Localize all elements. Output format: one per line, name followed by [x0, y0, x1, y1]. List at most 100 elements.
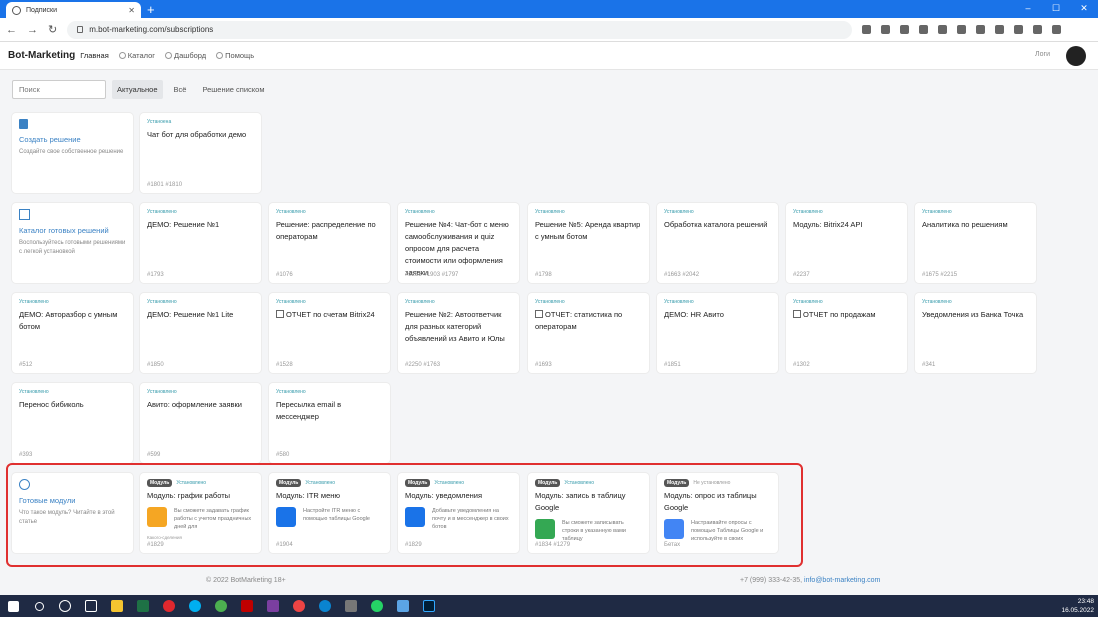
catalog-desc: Воспользуйтесь готовыми решениями с легк… — [19, 240, 126, 255]
solution-ids: #1528 — [276, 362, 293, 368]
menu-icon[interactable] — [1052, 25, 1062, 34]
solution-title: ДЕМО: Решение №1 — [147, 220, 220, 229]
extensions — [862, 25, 1062, 34]
chrome-icon[interactable] — [208, 595, 234, 617]
top-navigation: Bot-Marketing Главная Каталог Дашборд По… — [0, 42, 1098, 70]
browser-tab-strip: Подписки ✕ + – ☐ ✕ — [0, 0, 1098, 18]
url-input[interactable]: m.bot-marketing.com/subscriptions — [67, 20, 853, 39]
filter-tab-current[interactable]: Актуальное — [112, 80, 163, 99]
solution-card[interactable]: Установлено ДЕМО: Решение №1 #1793 — [140, 203, 261, 283]
create-solution-card[interactable]: Создать решение Создайте свое собственно… — [12, 113, 133, 193]
solution-title: Решение №4: Чат-бот с меню самообслужива… — [405, 220, 509, 277]
skype-icon[interactable] — [182, 595, 208, 617]
forward-icon[interactable]: → — [27, 24, 38, 36]
solution-card[interactable]: Устаноена Чат бот для обработки демо #18… — [140, 113, 261, 193]
camera-icon[interactable] — [900, 25, 910, 34]
solution-card[interactable]: Установлено Обработка каталога решений #16… — [657, 203, 778, 283]
app-icon[interactable] — [260, 595, 286, 617]
whatsapp-icon[interactable] — [364, 595, 390, 617]
footer: © 2022 BotMarketing 18+ +7 (999) 333-42-… — [0, 570, 1098, 592]
solution-title: Чат бот для обработки демо — [147, 130, 247, 139]
page: Bot-Marketing Главная Каталог Дашборд По… — [0, 42, 1098, 595]
brand-logo[interactable]: Bot-Marketing — [8, 50, 75, 61]
calculator-icon[interactable] — [338, 595, 364, 617]
solution-card[interactable]: Установлено ОТЧЕТ по продажам #1302 — [786, 293, 907, 373]
filter-tab-list[interactable]: Решение списком — [197, 80, 269, 99]
bookmark-icon[interactable] — [976, 25, 986, 34]
catalog-card[interactable]: Каталог готовых решений Воспользуйтесь г… — [12, 203, 133, 283]
solution-title: Аналитика по решениям — [922, 220, 1008, 229]
browser-tab[interactable]: Подписки ✕ — [6, 2, 141, 18]
vpn-icon[interactable] — [286, 595, 312, 617]
filezilla-icon[interactable] — [234, 595, 260, 617]
solution-ids: #2237 — [793, 272, 810, 278]
close-window-icon[interactable]: ✕ — [1070, 0, 1098, 16]
url-text: m.bot-marketing.com/subscriptions — [89, 25, 214, 34]
solution-card[interactable]: Установлено Решение №4: Чат-бот с меню са… — [398, 203, 519, 283]
solution-title: ОТЧЕТ: статистика по операторам — [535, 310, 623, 331]
address-bar: ← → ↻ m.bot-marketing.com/subscriptions — [0, 18, 1098, 42]
nav-catalog[interactable]: Каталог — [118, 51, 155, 60]
clock[interactable]: 23:48 16.05.2022 — [1061, 597, 1094, 615]
solution-card[interactable]: Установлено ДЕМО: Авторазбор с умным бото… — [12, 293, 133, 373]
sidebar-icon[interactable] — [1014, 25, 1024, 34]
create-solution-title: Создать решение — [19, 135, 81, 144]
windows-start-icon[interactable] — [0, 595, 26, 617]
excel-icon[interactable] — [130, 595, 156, 617]
catalog-title: Каталог готовых решений — [19, 226, 109, 235]
search-input[interactable]: Поиск — [12, 80, 106, 99]
solution-ids: #1801 #1810 — [147, 182, 183, 188]
nav-home[interactable]: Главная — [80, 51, 109, 60]
solution-card[interactable]: Установлено ОТЧЕТ по счетам Bitrix24 #1528 — [269, 293, 390, 373]
solution-ids: #1663 #2042 — [664, 272, 700, 278]
solution-ids: #1793 — [147, 272, 164, 278]
filter-tab-all[interactable]: Всё — [169, 80, 192, 99]
solution-card[interactable]: Установлено Авито: оформление заявки #599 — [140, 383, 261, 463]
share-icon[interactable] — [862, 25, 872, 34]
solution-card[interactable]: Установлено Перенос бибиколь #393 — [12, 383, 133, 463]
reload-icon[interactable]: ↻ — [48, 23, 57, 36]
solution-card[interactable]: Установлено Решение №2: Автоответчик для … — [398, 293, 519, 373]
back-icon[interactable]: ← — [6, 24, 17, 36]
opera-icon[interactable] — [156, 595, 182, 617]
solution-card[interactable]: Установлено Решение: распределение по опе… — [269, 203, 390, 283]
solution-card[interactable]: Установлено ДЕМО: Решение №1 Lite #1850 — [140, 293, 261, 373]
window-controls: – ☐ ✕ — [1014, 0, 1098, 16]
solution-card[interactable]: Установлено ДЕМО: HR Авито #1851 — [657, 293, 778, 373]
plus-icon — [19, 119, 28, 129]
avatar[interactable] — [1066, 46, 1086, 66]
puzzle-icon[interactable] — [995, 25, 1005, 34]
solution-ids: #2250 #1763 — [405, 362, 441, 368]
taskbar-search-icon[interactable] — [26, 595, 52, 617]
browser-icon[interactable] — [390, 595, 416, 617]
logs-link[interactable]: Логи — [1035, 51, 1050, 58]
solution-card[interactable]: Установлено Модуль: Bitrix24 API #2237 — [786, 203, 907, 283]
search-icon[interactable] — [938, 25, 948, 34]
taskbar-cortana-icon[interactable] — [52, 595, 78, 617]
close-icon[interactable]: ✕ — [128, 6, 135, 15]
email-link[interactable]: info@bot-marketing.com — [804, 577, 880, 584]
minimize-icon[interactable]: – — [1014, 0, 1042, 16]
extension-icon[interactable] — [919, 25, 929, 34]
solution-card[interactable]: Установлено Решение №5: Аренда квартир с … — [528, 203, 649, 283]
profile-icon[interactable] — [1033, 25, 1043, 34]
solution-card[interactable]: Установлено ОТЧЕТ: статистика по оператор… — [528, 293, 649, 373]
solution-card[interactable]: Установлено Пересылка email в мессенджер #… — [269, 383, 390, 463]
solution-title: ДЕМО: Решение №1 Lite — [147, 310, 234, 319]
taskview-icon[interactable] — [78, 595, 104, 617]
edge-icon[interactable] — [312, 595, 338, 617]
video-icon[interactable] — [957, 25, 967, 34]
maximize-icon[interactable]: ☐ — [1042, 0, 1070, 16]
catalog-icon — [118, 52, 126, 59]
solution-card[interactable]: Установлено Аналитика по решениям #1675 #2… — [915, 203, 1036, 283]
dashboard-icon — [165, 52, 173, 59]
photoshop-icon[interactable] — [416, 595, 442, 617]
new-tab-button[interactable]: + — [147, 2, 155, 18]
file-explorer-icon[interactable] — [104, 595, 130, 617]
nav-dashboard[interactable]: Дашборд — [165, 51, 206, 60]
solution-ids: #599 — [147, 452, 161, 458]
star-icon[interactable] — [881, 25, 891, 34]
nav-help[interactable]: Помощь — [216, 51, 254, 60]
solution-card[interactable]: Установлено Уведомления из Банка Точка #34… — [915, 293, 1036, 373]
solution-title: Модуль: Bitrix24 API — [793, 220, 863, 229]
